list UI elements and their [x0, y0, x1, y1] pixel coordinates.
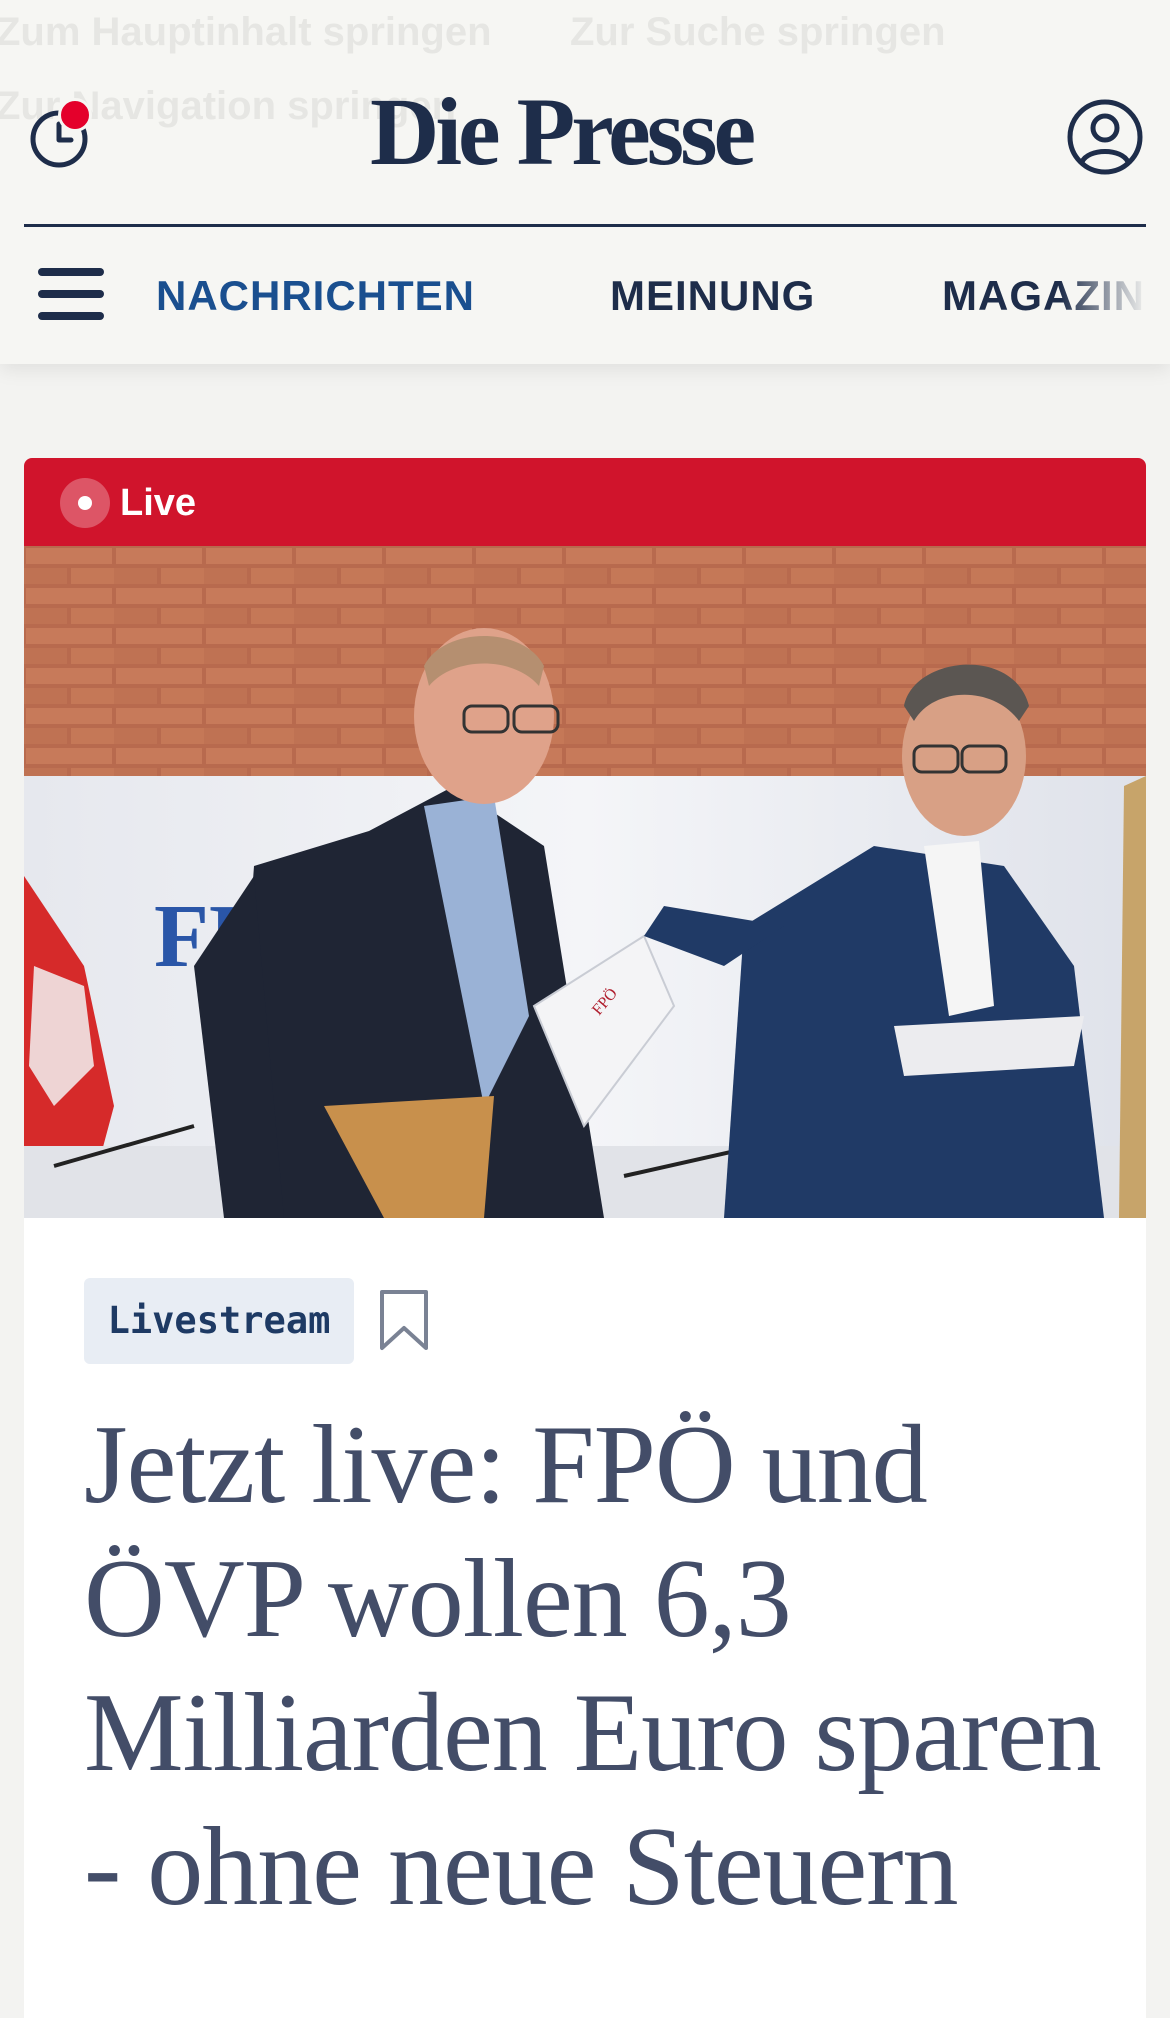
- article-headline[interactable]: Jetzt live: FPÖ und ÖVP wollen 6,3 Milli…: [84, 1398, 1104, 1934]
- nav-scroll-fade: [1060, 264, 1170, 328]
- category-tag[interactable]: Livestream: [84, 1278, 354, 1364]
- article-teaser-card[interactable]: Live FPÖ Livestream Jetzt live: FPÖ und …: [24, 458, 1146, 2018]
- account-button[interactable]: [1066, 98, 1144, 176]
- user-icon: [1067, 99, 1143, 175]
- skip-link-main[interactable]: Zum Hauptinhalt springen: [0, 10, 492, 55]
- notification-dot: [58, 98, 92, 132]
- site-logo[interactable]: Die Presse: [370, 82, 800, 182]
- nav-item-meinung[interactable]: MEINUNG: [610, 270, 815, 322]
- bookmark-button[interactable]: [376, 1288, 432, 1354]
- header-divider: [24, 224, 1146, 227]
- site-header: Zum Hauptinhalt springen Zur Suche sprin…: [0, 0, 1170, 364]
- skip-link-search[interactable]: Zur Suche springen: [570, 10, 946, 55]
- live-label: Live: [120, 482, 197, 524]
- press-conference-photo: FPÖ FPÖ: [24, 546, 1146, 1218]
- live-banner: Live: [24, 458, 1146, 546]
- main-nav: NACHRICHTEN MEINUNG MAGAZIN: [0, 264, 1170, 328]
- nav-item-nachrichten[interactable]: NACHRICHTEN: [156, 270, 475, 322]
- bookmark-icon: [380, 1290, 428, 1350]
- article-image[interactable]: FPÖ FPÖ: [24, 546, 1146, 1218]
